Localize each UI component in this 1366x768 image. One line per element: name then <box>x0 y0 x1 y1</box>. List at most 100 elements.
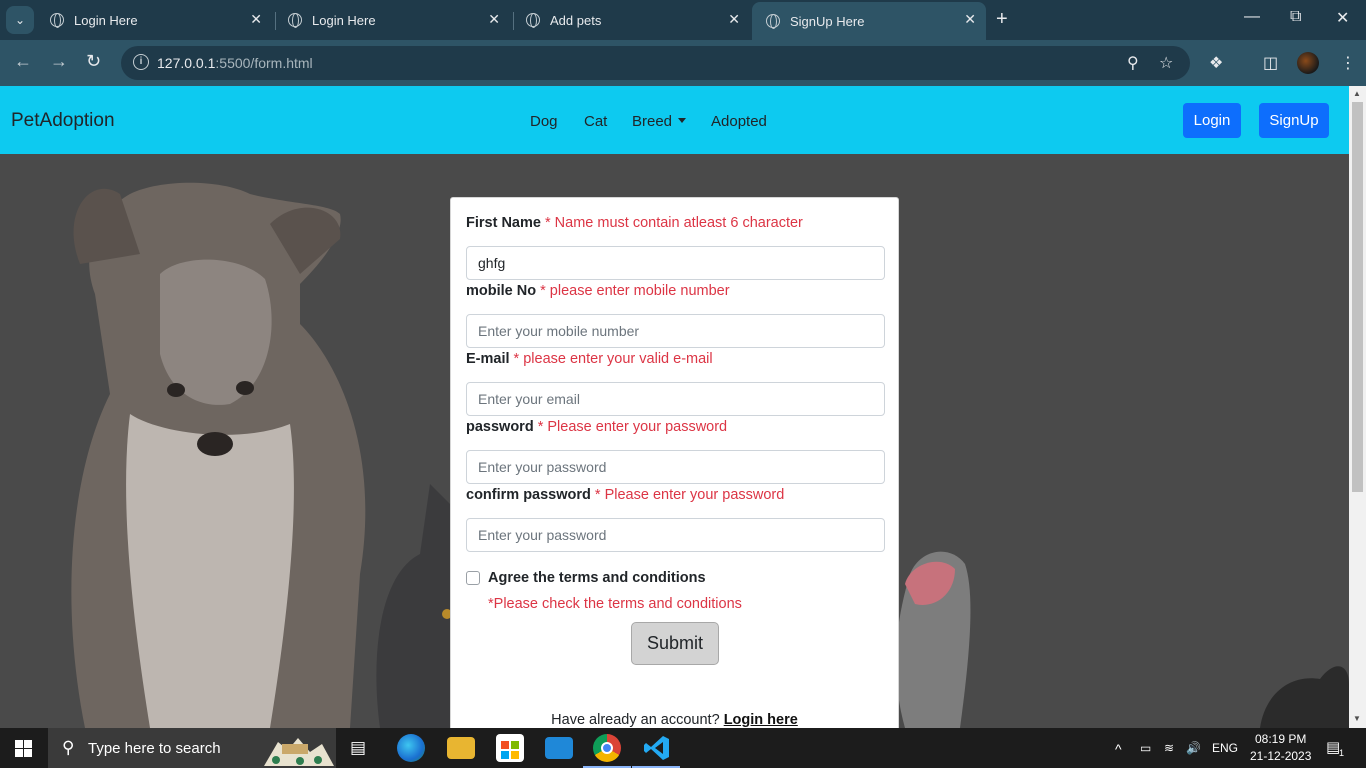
close-tab-icon[interactable]: ✕ <box>250 11 262 28</box>
edge-icon[interactable] <box>397 734 425 762</box>
taskbar-search-placeholder: Type here to search <box>88 740 221 757</box>
mobile-error: * please enter mobile number <box>540 283 730 299</box>
first-name-label: First Name * Name must contain atleast 6… <box>466 215 803 231</box>
tab-signup[interactable]: SignUp Here ✕ <box>752 2 986 40</box>
have-account-text: Have already an account? <box>551 712 720 728</box>
login-button[interactable]: Login <box>1183 103 1241 138</box>
password-label-text: password <box>466 419 534 435</box>
profile-avatar[interactable] <box>1297 52 1319 74</box>
new-tab-button[interactable]: + <box>996 8 1008 31</box>
nav-dropdown-breed[interactable]: Breed <box>632 113 687 130</box>
site-navbar: PetAdoption Dog Cat Breed Adopted Login … <box>0 86 1349 154</box>
taskbar-search-box[interactable]: ⚲ Type here to search <box>48 728 336 768</box>
forward-icon[interactable]: → <box>50 51 68 72</box>
confirm-password-label-text: confirm password <box>466 487 591 503</box>
confirm-password-error: * Please enter your password <box>594 487 785 503</box>
back-icon[interactable]: ← <box>14 51 32 72</box>
close-tab-icon[interactable]: ✕ <box>964 11 976 28</box>
password-error: * Please enter your password <box>537 419 728 435</box>
chevron-up-icon[interactable]: ^ <box>1115 741 1122 757</box>
tab-login-1[interactable]: Login Here ✕ <box>36 4 272 36</box>
terms-error: *Please check the terms and conditions <box>488 596 742 612</box>
tab-strip: ⌄ Login Here ✕ Login Here ✕ Add pets ✕ S… <box>0 0 1366 40</box>
globe-icon <box>766 14 780 29</box>
page-scrollbar[interactable]: ▲ ▼ <box>1349 86 1366 728</box>
bookmark-star-icon[interactable]: ☆ <box>1159 53 1173 73</box>
nav-link-cat[interactable]: Cat <box>584 113 607 130</box>
tab-search-button[interactable]: ⌄ <box>6 6 34 34</box>
tab-title: SignUp Here <box>790 13 865 29</box>
submit-button[interactable]: Submit <box>631 622 719 665</box>
extensions-icon[interactable]: ❖ <box>1209 53 1223 73</box>
site-info-icon[interactable]: i <box>133 54 149 70</box>
globe-icon <box>526 13 540 28</box>
confirm-password-input[interactable]: Enter your password <box>466 518 885 552</box>
vscode-logo-icon <box>644 736 669 760</box>
confirm-password-label: confirm password * Please enter your pas… <box>466 487 784 503</box>
task-view-icon[interactable]: ▤ <box>350 738 366 758</box>
nav-link-dog[interactable]: Dog <box>530 113 558 130</box>
scroll-up-icon[interactable]: ▲ <box>1353 89 1361 98</box>
nav-link-breed: Breed <box>632 113 673 130</box>
login-here-link[interactable]: Login here <box>724 712 798 728</box>
close-tab-icon[interactable]: ✕ <box>728 11 740 28</box>
nav-link-adopted[interactable]: Adopted <box>711 113 767 130</box>
brand-logo[interactable]: PetAdoption <box>11 110 115 132</box>
terms-label[interactable]: Agree the terms and conditions <box>488 570 706 586</box>
first-name-input[interactable]: ghfg <box>466 246 885 280</box>
scroll-down-icon[interactable]: ▼ <box>1353 714 1361 723</box>
reload-icon[interactable]: ↻ <box>86 51 101 72</box>
wifi-icon[interactable]: ≋ <box>1164 741 1174 755</box>
chrome-icon[interactable] <box>593 734 621 762</box>
mobile-input[interactable]: Enter your mobile number <box>466 314 885 348</box>
scroll-thumb[interactable] <box>1352 102 1363 492</box>
email-input[interactable]: Enter your email <box>466 382 885 416</box>
zoom-icon[interactable]: ⚲ <box>1127 53 1139 73</box>
url-host: 127.0.0.1 <box>157 55 216 71</box>
close-tab-icon[interactable]: ✕ <box>488 11 500 28</box>
search-icon: ⚲ <box>62 738 75 757</box>
store-grid-icon <box>501 741 519 759</box>
language-indicator[interactable]: ENG <box>1212 741 1238 755</box>
signup-button[interactable]: SignUp <box>1259 103 1329 138</box>
caret-down-icon <box>678 118 687 123</box>
mail-icon[interactable] <box>545 737 573 759</box>
chrome-center-icon <box>601 742 613 754</box>
search-highlight-icon <box>258 730 334 766</box>
battery-icon[interactable]: ▭ <box>1140 741 1151 755</box>
email-error: * please enter your valid e-mail <box>513 351 713 367</box>
window-close-button[interactable]: ✕ <box>1336 8 1349 28</box>
address-bar[interactable]: i 127.0.0.1:5500/form.html ⚲ ☆ <box>121 46 1190 80</box>
tab-login-2[interactable]: Login Here ✕ <box>274 4 510 36</box>
terms-checkbox[interactable] <box>466 571 480 585</box>
vscode-icon[interactable] <box>643 734 671 762</box>
login-prompt: Have already an account? Login here <box>451 712 898 728</box>
mobile-label-text: mobile No <box>466 283 537 299</box>
tab-add-pets[interactable]: Add pets ✕ <box>512 4 750 36</box>
password-label: password * Please enter your password <box>466 419 727 435</box>
email-label: E-mail * please enter your valid e-mail <box>466 351 713 367</box>
url-text[interactable]: 127.0.0.1:5500/form.html <box>157 55 313 71</box>
file-explorer-icon[interactable] <box>447 737 475 759</box>
clock-time: 08:19 PM <box>1255 732 1307 746</box>
globe-icon <box>288 13 302 28</box>
password-input[interactable]: Enter your password <box>466 450 885 484</box>
restore-button[interactable]: ⧉ <box>1290 8 1301 26</box>
taskbar-clock[interactable]: 08:19 PM 21-12-2023 <box>1250 731 1311 765</box>
notification-count: 1 <box>1339 748 1345 758</box>
tab-title: Login Here <box>74 12 138 28</box>
first-name-label-text: First Name <box>466 215 541 231</box>
page-viewport: PetAdoption Dog Cat Breed Adopted Login … <box>0 86 1349 728</box>
mobile-label: mobile No * please enter mobile number <box>466 283 730 299</box>
first-name-error: * Name must contain atleast 6 character <box>544 215 803 231</box>
minimize-button[interactable]: — <box>1244 8 1260 26</box>
microsoft-store-icon[interactable] <box>496 734 524 762</box>
volume-icon[interactable]: 🔊 <box>1186 741 1201 755</box>
signup-form-card: First Name * Name must contain atleast 6… <box>450 197 899 728</box>
windows-start-icon[interactable] <box>15 740 32 757</box>
side-panel-icon[interactable]: ◫ <box>1263 53 1278 73</box>
menu-kebab-icon[interactable]: ⋮ <box>1340 53 1356 73</box>
browser-toolbar: ← → ↻ i 127.0.0.1:5500/form.html ⚲ ☆ ❖ ◫… <box>0 40 1366 86</box>
globe-icon <box>50 13 64 28</box>
tab-title: Add pets <box>550 12 602 28</box>
